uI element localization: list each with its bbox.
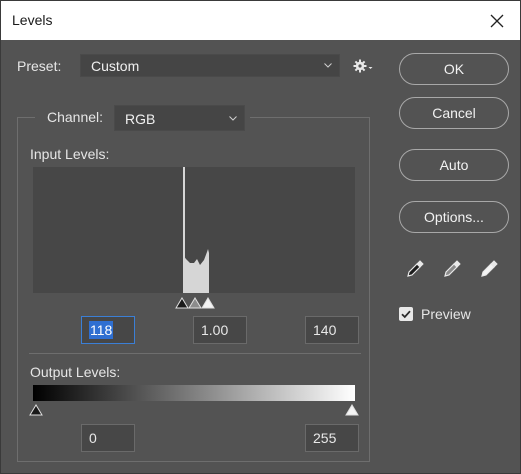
- output-black-slider[interactable]: [28, 403, 44, 417]
- output-low-field[interactable]: 0: [81, 424, 135, 452]
- gear-icon: [353, 59, 373, 73]
- window-title: Levels: [12, 12, 53, 28]
- input-shadow-value: 118: [89, 321, 114, 339]
- eyedropper-gray-icon: [444, 260, 461, 277]
- set-black-point-eyedropper[interactable]: [405, 257, 427, 284]
- input-midtone-field[interactable]: 1.00: [193, 316, 247, 344]
- channel-dropdown[interactable]: RGB: [114, 105, 245, 131]
- auto-button[interactable]: Auto: [399, 149, 509, 181]
- eyedropper-black-icon: [407, 260, 424, 277]
- preset-label: Preset:: [17, 58, 62, 74]
- preset-value: Custom: [91, 58, 140, 74]
- input-highlight-field[interactable]: 140: [305, 316, 359, 344]
- ok-button[interactable]: OK: [399, 53, 509, 85]
- chevron-down-icon: [229, 116, 237, 121]
- preset-options-button[interactable]: [353, 58, 373, 79]
- output-gradient: [33, 385, 355, 401]
- output-levels-label: Output Levels:: [30, 364, 121, 380]
- divider: [29, 353, 361, 354]
- cancel-button[interactable]: Cancel: [399, 97, 509, 129]
- input-shadow-field[interactable]: 118: [81, 316, 135, 344]
- preset-dropdown[interactable]: Custom: [80, 54, 340, 77]
- input-sliders[interactable]: [173, 293, 217, 309]
- title-bar: Levels: [1, 1, 520, 40]
- output-white-slider[interactable]: [344, 403, 360, 417]
- set-white-point-eyedropper[interactable]: [479, 257, 501, 284]
- close-icon: [490, 14, 504, 27]
- channel-value: RGB: [125, 111, 156, 127]
- close-button[interactable]: [474, 1, 520, 40]
- checkmark-icon: [401, 310, 411, 319]
- channel-label: Channel:: [47, 109, 104, 125]
- eyedropper-white-icon: [481, 260, 498, 277]
- preview-checkbox[interactable]: [399, 307, 413, 321]
- set-gray-point-eyedropper[interactable]: [442, 257, 464, 284]
- preview-label: Preview: [421, 306, 471, 322]
- levels-dialog: Levels Preset: Custom OK Cancel Auto Opt…: [0, 0, 521, 474]
- input-levels-label: Input Levels:: [30, 146, 110, 162]
- chevron-down-icon: [324, 63, 332, 68]
- output-high-field[interactable]: 255: [305, 424, 359, 452]
- histogram-graph: [183, 167, 209, 293]
- channel-row: Channel: RGB: [35, 105, 250, 133]
- options-button[interactable]: Options...: [399, 201, 509, 233]
- histogram: [33, 167, 355, 293]
